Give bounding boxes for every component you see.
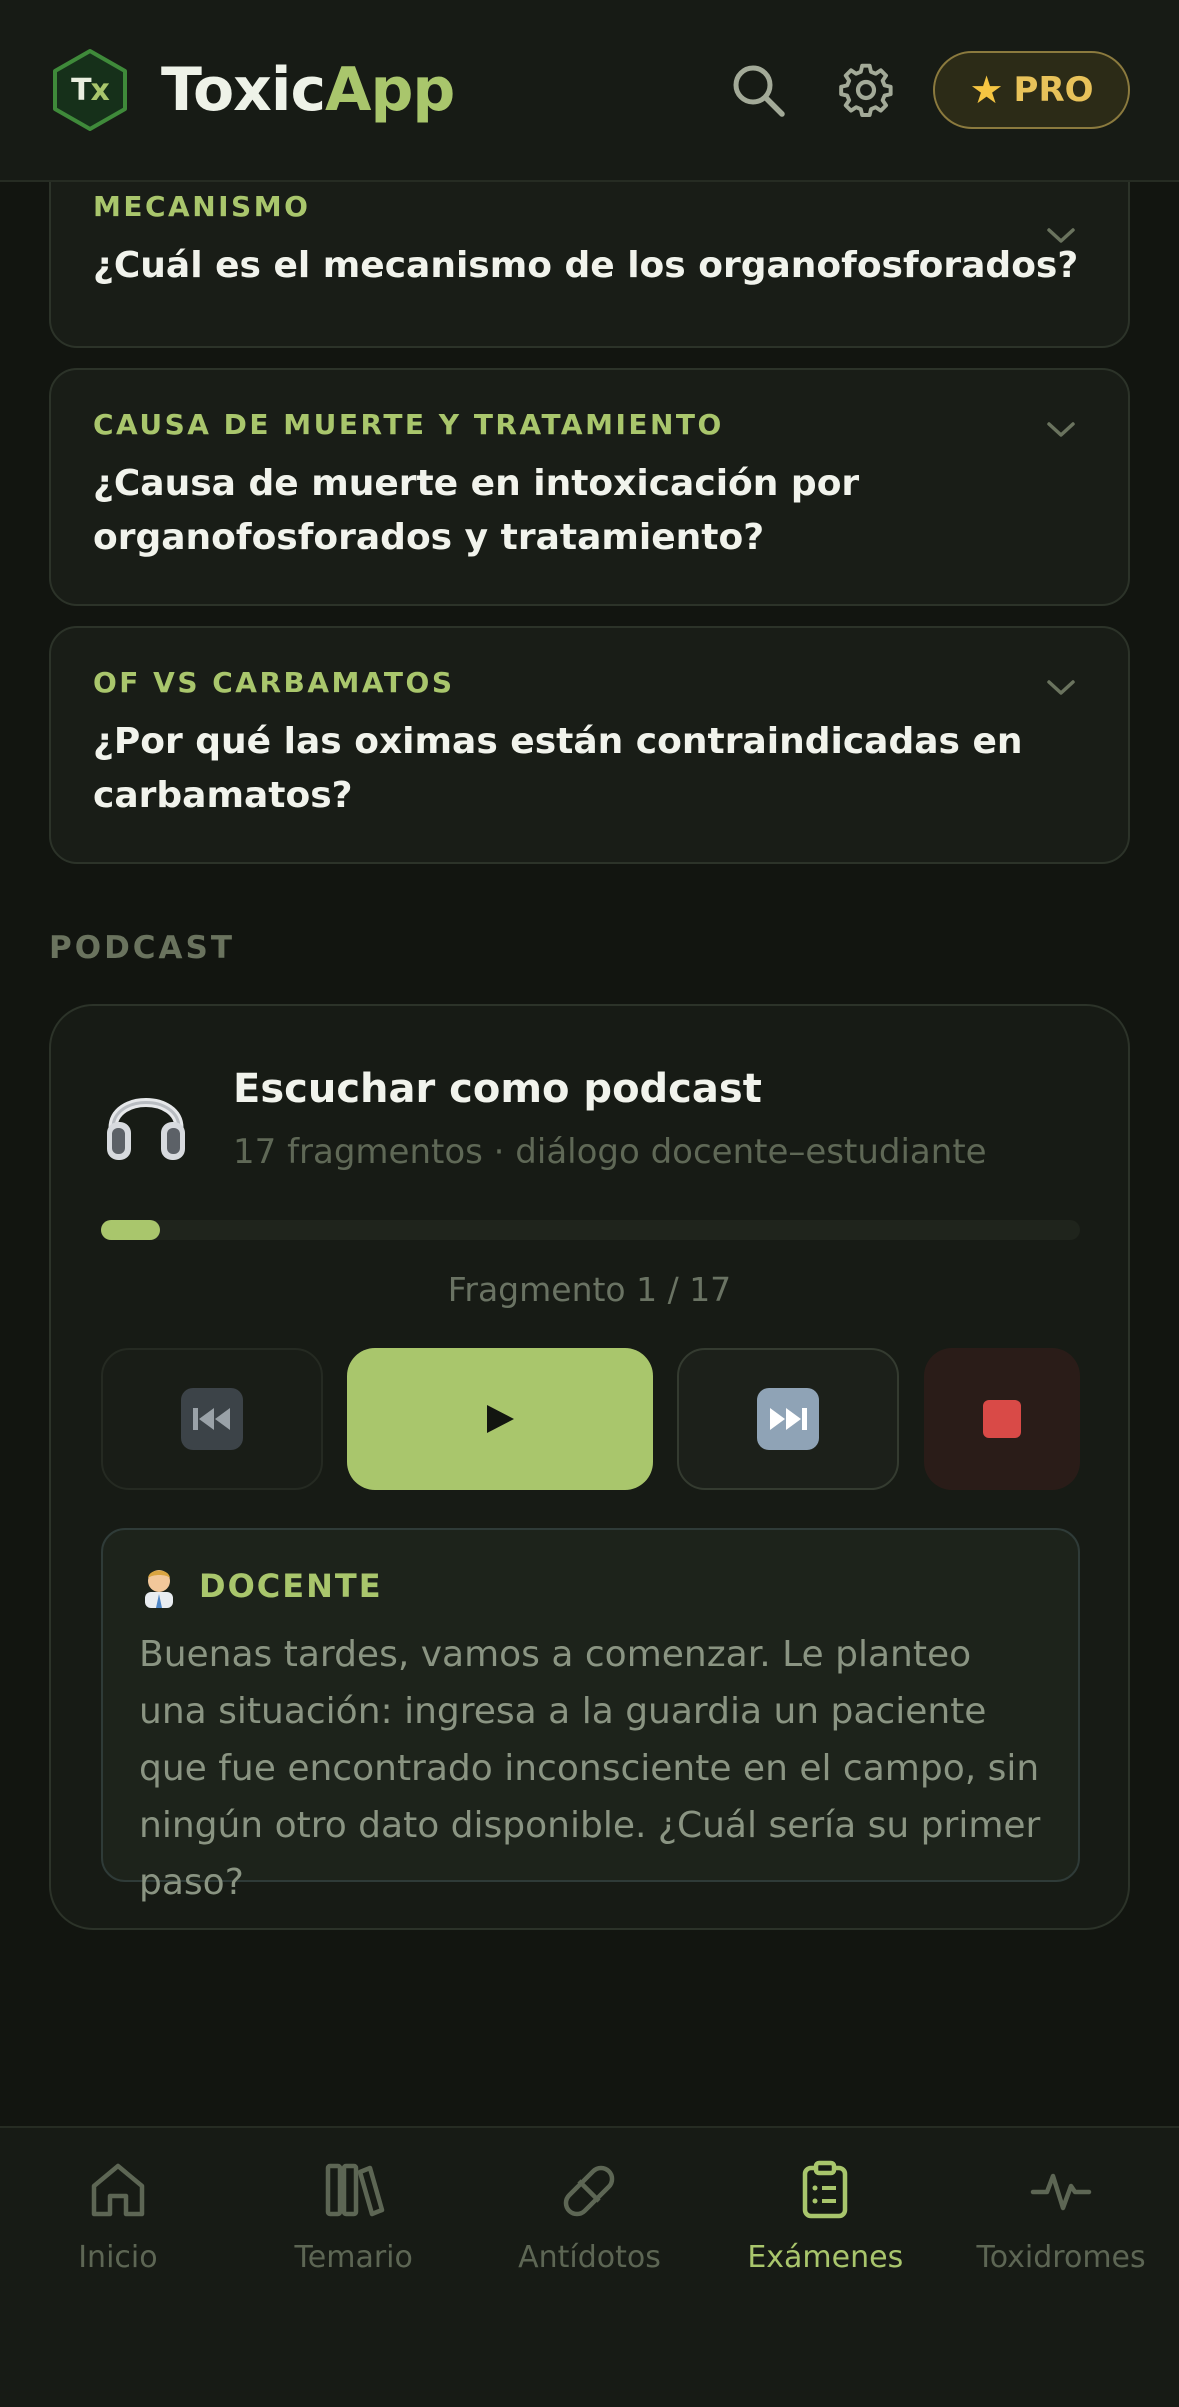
play-icon (487, 1405, 514, 1433)
progress-fill (101, 1220, 160, 1240)
app-logo[interactable]: Tx (49, 47, 131, 133)
section-label-podcast: PODCAST (49, 930, 236, 966)
pro-button[interactable]: ★ PRO (933, 51, 1130, 129)
gear-icon (839, 63, 893, 117)
next-button[interactable] (677, 1348, 899, 1490)
settings-button[interactable] (835, 59, 897, 121)
speaker-name: DOCENTE (199, 1567, 383, 1605)
stop-button[interactable] (924, 1348, 1080, 1490)
next-track-icon (757, 1388, 819, 1450)
podcast-subtitle: 17 fragmentos · diálogo docente–estudian… (233, 1132, 987, 1172)
nav-item-antidotos[interactable]: Antídotos (472, 2128, 708, 2407)
nav-item-toxidromes[interactable]: Toxidromes (943, 2128, 1179, 2407)
header-actions: ★ PRO (727, 51, 1130, 129)
play-button[interactable] (347, 1348, 653, 1490)
pro-label: PRO (1013, 70, 1094, 110)
nav-label: Inicio (78, 2240, 158, 2275)
question-text: ¿Cuál es el mecanismo de los organofosfo… (93, 245, 1079, 286)
speaker-row: DOCENTE (139, 1564, 1042, 1608)
question-card-of-vs-carbamatos[interactable]: OF VS CARBAMATOS ¿Por qué las oximas est… (49, 626, 1130, 864)
clipboard-icon (803, 2160, 848, 2219)
question-tag: OF VS CARBAMATOS (93, 666, 455, 699)
pulse-icon (1030, 2173, 1092, 2211)
previous-button[interactable] (101, 1348, 323, 1490)
nav-item-temario[interactable]: Temario (236, 2128, 472, 2407)
books-icon (325, 2163, 384, 2217)
podcast-progress-bar[interactable] (101, 1220, 1080, 1240)
headphones-icon (107, 1098, 185, 1160)
app-header: Tx ToxicApp ★ PRO (0, 0, 1179, 182)
nav-label: Toxidromes (976, 2240, 1146, 2275)
question-text: ¿Por qué las oximas están contraindicada… (93, 721, 1023, 816)
podcast-card: Escuchar como podcast 17 fragmentos · di… (49, 1004, 1130, 1930)
previous-track-icon (181, 1388, 243, 1450)
nav-label: Temario (294, 2240, 413, 2275)
podcast-title: Escuchar como podcast (233, 1066, 762, 1112)
dialog-text: Buenas tardes, vamos a comenzar. Le plan… (139, 1634, 1041, 1903)
chevron-down-icon[interactable] (1044, 412, 1078, 446)
nav-label: Exámenes (747, 2240, 904, 2275)
stop-icon (983, 1400, 1021, 1438)
star-icon: ★ (969, 68, 1004, 112)
dialog-bubble: DOCENTE Buenas tardes, vamos a comenzar.… (101, 1528, 1080, 1903)
brand-title: ToxicApp (161, 55, 455, 125)
home-icon (91, 2163, 145, 2217)
nav-item-inicio[interactable]: Inicio (0, 2128, 236, 2407)
teacher-emoji-icon (145, 1570, 173, 1608)
question-card-mecanismo[interactable]: MECANISMO ¿Cuál es el mecanismo de los o… (49, 156, 1130, 348)
question-card-causa-muerte[interactable]: CAUSA DE MUERTE Y TRATAMIENTO ¿Causa de … (49, 368, 1130, 606)
chevron-down-icon[interactable] (1044, 218, 1078, 252)
question-text: ¿Causa de muerte en intoxicación por org… (93, 463, 860, 558)
chevron-down-icon[interactable] (1044, 670, 1078, 704)
bottom-nav: Inicio Temario Antídotos Exámenes Toxidr… (0, 2126, 1179, 2407)
search-icon (733, 65, 785, 117)
pill-icon (564, 2165, 615, 2217)
question-tag: MECANISMO (93, 190, 311, 223)
fragment-counter: Fragmento 1 / 17 (447, 1270, 732, 1309)
logo-initials: Tx (71, 72, 110, 108)
question-tag: CAUSA DE MUERTE Y TRATAMIENTO (93, 408, 724, 441)
nav-label: Antídotos (518, 2240, 661, 2275)
nav-item-examenes[interactable]: Exámenes (707, 2128, 943, 2407)
app-screen: MECANISMO ¿Cuál es el mecanismo de los o… (0, 0, 1179, 2407)
search-button[interactable] (727, 59, 789, 121)
brand-part-1: Toxic (161, 55, 326, 125)
brand-part-2: App (325, 55, 455, 125)
